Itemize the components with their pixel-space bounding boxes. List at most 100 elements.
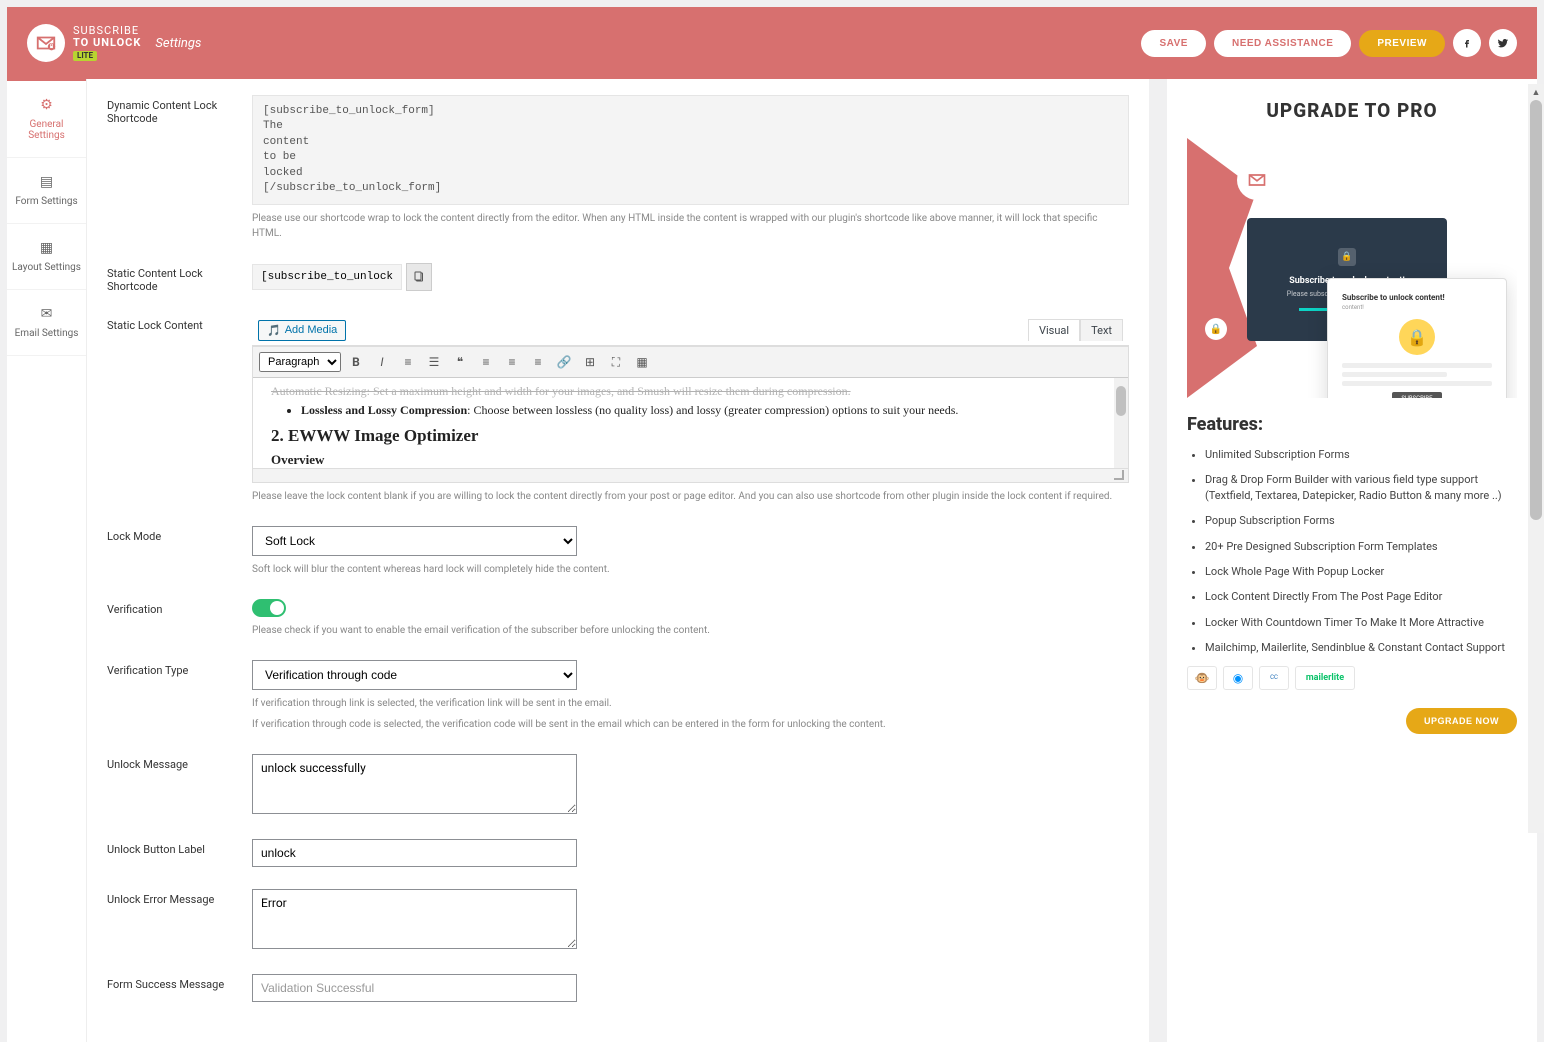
verification-help: Please check if you want to enable the e… bbox=[252, 623, 1129, 638]
editor-scrollbar[interactable] bbox=[1114, 378, 1128, 468]
upgrade-sidebar: UPGRADE TO PRO SUBSCRIBE TO UNLOCK 🔒 Sub… bbox=[1167, 79, 1537, 1042]
feature-item: Mailchimp, Mailerlite, Sendinblue & Cons… bbox=[1205, 640, 1517, 655]
pro-brand-line2: TO UNLOCK bbox=[1283, 175, 1337, 186]
verification-type-select[interactable]: Verification through code bbox=[252, 660, 577, 690]
gear-icon: ⚙ bbox=[11, 97, 82, 113]
editor-tab-visual[interactable]: Visual bbox=[1028, 319, 1080, 341]
mail-lock-icon bbox=[27, 24, 65, 62]
add-media-button[interactable]: 🎵 Add Media bbox=[258, 320, 346, 341]
scroll-up-icon[interactable]: ▲ bbox=[1528, 84, 1544, 100]
feature-item: Popup Subscription Forms bbox=[1205, 513, 1517, 528]
unlock-button-label-label: Unlock Button Label bbox=[107, 839, 252, 867]
verification-type-help2: If verification through code is selected… bbox=[252, 717, 1129, 732]
sendinblue-icon: ◉ bbox=[1223, 666, 1253, 690]
email-icon: ✉ bbox=[11, 306, 82, 322]
form-success-input[interactable] bbox=[252, 974, 577, 1002]
constant-contact-icon: CC bbox=[1259, 666, 1289, 690]
brand-logo: SUBSCRIBE TO UNLOCK LITE bbox=[27, 24, 141, 62]
unlock-error-label: Unlock Error Message bbox=[107, 889, 252, 952]
static-shortcode-input[interactable] bbox=[252, 264, 402, 290]
feature-item: Lock Whole Page With Popup Locker bbox=[1205, 564, 1517, 579]
features-heading: Features: bbox=[1187, 414, 1517, 435]
lite-badge: LITE bbox=[73, 51, 97, 62]
lock-mode-help: Soft lock will blur the content whereas … bbox=[252, 562, 1129, 577]
tab-form[interactable]: ▤ Form Settings bbox=[7, 158, 86, 224]
dynamic-shortcode-label: Dynamic Content Lock Shortcode bbox=[107, 95, 252, 241]
link-icon[interactable]: 🔗 bbox=[553, 351, 575, 373]
number-list-icon[interactable]: ☰ bbox=[423, 351, 445, 373]
align-center-icon[interactable]: ≡ bbox=[501, 351, 523, 373]
tab-email-label: Email Settings bbox=[15, 328, 79, 339]
lock-icon: 🔒 bbox=[1338, 248, 1356, 266]
toolbar-toggle-icon[interactable]: ▦ bbox=[631, 351, 653, 373]
mail-lock-icon bbox=[1237, 160, 1277, 200]
feature-item: Drag & Drop Form Builder with various fi… bbox=[1205, 472, 1517, 503]
feature-item: 20+ Pre Designed Subscription Form Templ… bbox=[1205, 539, 1517, 554]
align-left-icon[interactable]: ≡ bbox=[475, 351, 497, 373]
verification-label: Verification bbox=[107, 599, 252, 638]
settings-tabs: ⚙ General Settings ▤ Form Settings ▦ Lay… bbox=[7, 79, 87, 1042]
twitter-icon[interactable] bbox=[1489, 29, 1517, 57]
editor-content[interactable]: Automatic Resizing: Set a maximum height… bbox=[253, 378, 1128, 468]
add-media-label: Add Media bbox=[285, 324, 338, 336]
unlock-error-input[interactable]: Error bbox=[252, 889, 577, 949]
verification-type-label: Verification Type bbox=[107, 660, 252, 732]
pro-brand-line1: SUBSCRIBE bbox=[1283, 164, 1337, 175]
verification-toggle[interactable] bbox=[252, 599, 286, 617]
paragraph-select[interactable]: Paragraph bbox=[259, 352, 341, 372]
brand-line2: TO UNLOCK bbox=[73, 37, 141, 49]
unlock-message-input[interactable]: unlock successfully bbox=[252, 754, 577, 814]
editor-tab-text[interactable]: Text bbox=[1080, 319, 1123, 341]
mailchimp-icon: 🐵 bbox=[1187, 666, 1217, 690]
pro-card2-title: Subscribe to unlock content! bbox=[1342, 293, 1492, 302]
verification-type-help1: If verification through link is selected… bbox=[252, 696, 1129, 711]
top-header: SUBSCRIBE TO UNLOCK LITE Settings SAVE N… bbox=[7, 7, 1537, 79]
wp-editor: Paragraph B I ≡ ☰ ❝ ≡ ≡ ≡ 🔗 ⊞ ⛶ bbox=[252, 345, 1129, 483]
tab-email[interactable]: ✉ Email Settings bbox=[7, 290, 86, 356]
assistance-button[interactable]: NEED ASSISTANCE bbox=[1214, 30, 1351, 57]
copy-shortcode-button[interactable] bbox=[406, 263, 432, 291]
upgrade-title: UPGRADE TO PRO bbox=[1187, 99, 1517, 122]
settings-panel: ⚙ General Settings ▤ Form Settings ▦ Lay… bbox=[7, 79, 1149, 1042]
editor-list-item: Lossless and Lossy Compression: Choose b… bbox=[301, 403, 1110, 418]
readmore-icon[interactable]: ⊞ bbox=[579, 351, 601, 373]
editor-truncated-line: Automatic Resizing: Set a maximum height… bbox=[271, 384, 1110, 399]
feature-item: Locker With Countdown Timer To Make It M… bbox=[1205, 615, 1517, 630]
page-scrollbar[interactable]: ▲ bbox=[1528, 84, 1544, 833]
bullet-list-icon[interactable]: ≡ bbox=[397, 351, 419, 373]
fullscreen-icon[interactable]: ⛶ bbox=[605, 351, 627, 373]
tab-form-label: Form Settings bbox=[15, 196, 77, 207]
static-content-help: Please leave the lock content blank if y… bbox=[252, 489, 1129, 504]
unlock-message-label: Unlock Message bbox=[107, 754, 252, 817]
lock-mode-select[interactable]: Soft Lock bbox=[252, 526, 577, 556]
preview-button[interactable]: PREVIEW bbox=[1359, 30, 1445, 57]
bold-icon[interactable]: B bbox=[345, 351, 367, 373]
save-button[interactable]: SAVE bbox=[1141, 30, 1206, 57]
upgrade-now-button[interactable]: UPGRADE NOW bbox=[1406, 708, 1517, 734]
facebook-icon[interactable] bbox=[1453, 29, 1481, 57]
media-icon: 🎵 bbox=[267, 324, 281, 337]
page-title: Settings bbox=[155, 36, 201, 51]
editor-subheading: Overview bbox=[271, 452, 1110, 468]
quote-icon[interactable]: ❝ bbox=[449, 351, 471, 373]
editor-resize-handle[interactable] bbox=[253, 468, 1128, 482]
features-list: Unlimited Subscription Forms Drag & Drop… bbox=[1187, 447, 1517, 656]
tab-general[interactable]: ⚙ General Settings bbox=[7, 79, 86, 158]
brand-line1: SUBSCRIBE bbox=[73, 25, 141, 37]
form-icon: ▤ bbox=[11, 174, 82, 190]
lock-icon: 🔒 bbox=[1399, 319, 1435, 355]
tab-layout[interactable]: ▦ Layout Settings bbox=[7, 224, 86, 290]
form-success-label: Form Success Message bbox=[107, 974, 252, 1002]
editor-toolbar: Paragraph B I ≡ ☰ ❝ ≡ ≡ ≡ 🔗 ⊞ ⛶ bbox=[253, 346, 1128, 378]
dynamic-shortcode-value: [subscribe_to_unlock_form] The content t… bbox=[252, 95, 1129, 205]
dynamic-shortcode-help: Please use our shortcode wrap to lock th… bbox=[252, 211, 1129, 241]
static-content-label: Static Lock Content bbox=[107, 315, 252, 504]
unlock-button-label-input[interactable] bbox=[252, 839, 577, 867]
italic-icon[interactable]: I bbox=[371, 351, 393, 373]
feature-item: Unlimited Subscription Forms bbox=[1205, 447, 1517, 462]
align-right-icon[interactable]: ≡ bbox=[527, 351, 549, 373]
editor-heading: 2. EWWW Image Optimizer bbox=[271, 426, 1110, 446]
lock-mode-label: Lock Mode bbox=[107, 526, 252, 577]
static-shortcode-label: Static Content Lock Shortcode bbox=[107, 263, 252, 293]
tab-layout-label: Layout Settings bbox=[12, 262, 81, 273]
